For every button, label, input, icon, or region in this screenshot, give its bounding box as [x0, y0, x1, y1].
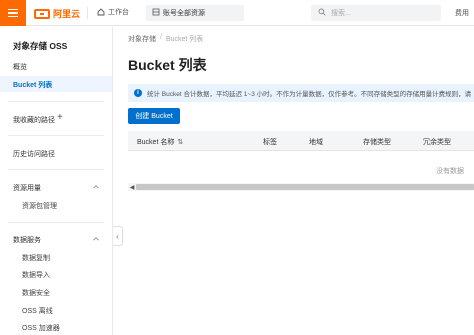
breadcrumb-current: Bucket 列表: [165, 36, 204, 43]
sidebar-item-data-replication[interactable]: 数据复制: [22, 253, 50, 263]
sidebar-collapse-button[interactable]: ‹: [113, 226, 123, 246]
menu-icon[interactable]: [0, 0, 26, 26]
divider: [8, 222, 104, 223]
scrollbar-thumb[interactable]: [136, 184, 474, 190]
sidebar-item-data-import[interactable]: 数据导入: [22, 270, 50, 280]
divider: [8, 135, 104, 136]
sidebar-item-data-security[interactable]: 数据安全: [22, 288, 50, 298]
sidebar: 对象存储 OSS 概览 Bucket 列表 我收藏的路径 + 历史访问路径 资源…: [0, 27, 113, 335]
search-icon: [318, 8, 326, 18]
sidebar-item-resource-package[interactable]: 资源包管理: [22, 201, 57, 211]
aliyun-logo[interactable]: 阿里云: [34, 7, 80, 20]
top-navigation-bar: 阿里云 工作台 账号全部资源 搜索... 费用: [0, 0, 474, 26]
sidebar-item-oss-offline[interactable]: OSS 离线: [22, 306, 53, 316]
notice-text: 统计 Bucket 合计数据，平均延迟 1~3 小时。不作为计量数据，仅作参考。…: [147, 91, 472, 98]
sidebar-item-bucket-list[interactable]: Bucket 列表: [13, 80, 52, 90]
info-icon: i: [134, 89, 142, 97]
chevron-up-icon[interactable]: [93, 236, 99, 242]
column-header-storage-class: 存储类型: [363, 139, 391, 146]
main-content: 对象存储 / Bucket 列表 Bucket 列表 i 统计 Bucket 合…: [124, 27, 474, 335]
page-title: Bucket 列表: [128, 57, 207, 73]
home-icon: [97, 8, 105, 16]
column-header-region: 地域: [309, 139, 323, 146]
sidebar-item-oss-accelerator[interactable]: OSS 加速器: [22, 323, 60, 333]
sidebar-group-data-services[interactable]: 数据服务: [13, 235, 41, 245]
aliyun-logo-icon: [34, 8, 50, 19]
add-favorite-icon[interactable]: +: [57, 113, 63, 123]
billing-link[interactable]: 费用: [455, 8, 469, 18]
sidebar-item-overview[interactable]: 概览: [13, 62, 27, 72]
notice-banner: i 统计 Bucket 合计数据，平均延迟 1~3 小时。不作为计量数据，仅作参…: [128, 84, 474, 102]
divider: [8, 169, 104, 170]
column-header-label: Bucket 名称: [137, 139, 175, 146]
resource-scope-select[interactable]: 账号全部资源: [146, 5, 244, 21]
search-placeholder: 搜索...: [331, 10, 351, 17]
bucket-table-header: Bucket 名称 ⇅ 标签 地域 存储类型 冗余类型: [128, 131, 474, 151]
chevron-up-icon[interactable]: [93, 184, 99, 190]
sidebar-item-favorite-paths[interactable]: 我收藏的路径: [13, 115, 55, 125]
divider: [8, 101, 104, 102]
create-bucket-button[interactable]: 创建 Bucket: [128, 108, 180, 124]
empty-state-text: 没有数据: [436, 168, 464, 175]
sort-icon[interactable]: ⇅: [177, 138, 183, 146]
workbench-link[interactable]: 工作台: [97, 7, 129, 17]
chevron-left-icon: ‹: [116, 231, 119, 241]
divider: [87, 7, 88, 19]
workbench-label: 工作台: [108, 9, 129, 16]
sidebar-title: 对象存储 OSS: [13, 41, 68, 51]
breadcrumb-oss[interactable]: 对象存储: [128, 34, 156, 44]
sidebar-item-history-paths[interactable]: 历史访问路径: [13, 149, 55, 159]
column-header-tags: 标签: [263, 139, 277, 146]
resource-scope-label: 账号全部资源: [163, 10, 205, 17]
column-header-redundancy: 冗余类型: [423, 139, 451, 146]
search-input[interactable]: 搜索...: [311, 5, 441, 21]
breadcrumb: 对象存储 / Bucket 列表: [128, 34, 203, 44]
horizontal-scrollbar[interactable]: ◀: [128, 183, 474, 191]
column-header-bucket-name[interactable]: Bucket 名称 ⇅: [137, 137, 183, 147]
scroll-left-icon[interactable]: ◀: [128, 183, 136, 191]
sidebar-group-resource-usage[interactable]: 资源用量: [13, 183, 41, 193]
resource-scope-icon: [152, 8, 160, 18]
logo-text: 阿里云: [53, 9, 81, 19]
breadcrumb-separator: /: [160, 34, 162, 41]
